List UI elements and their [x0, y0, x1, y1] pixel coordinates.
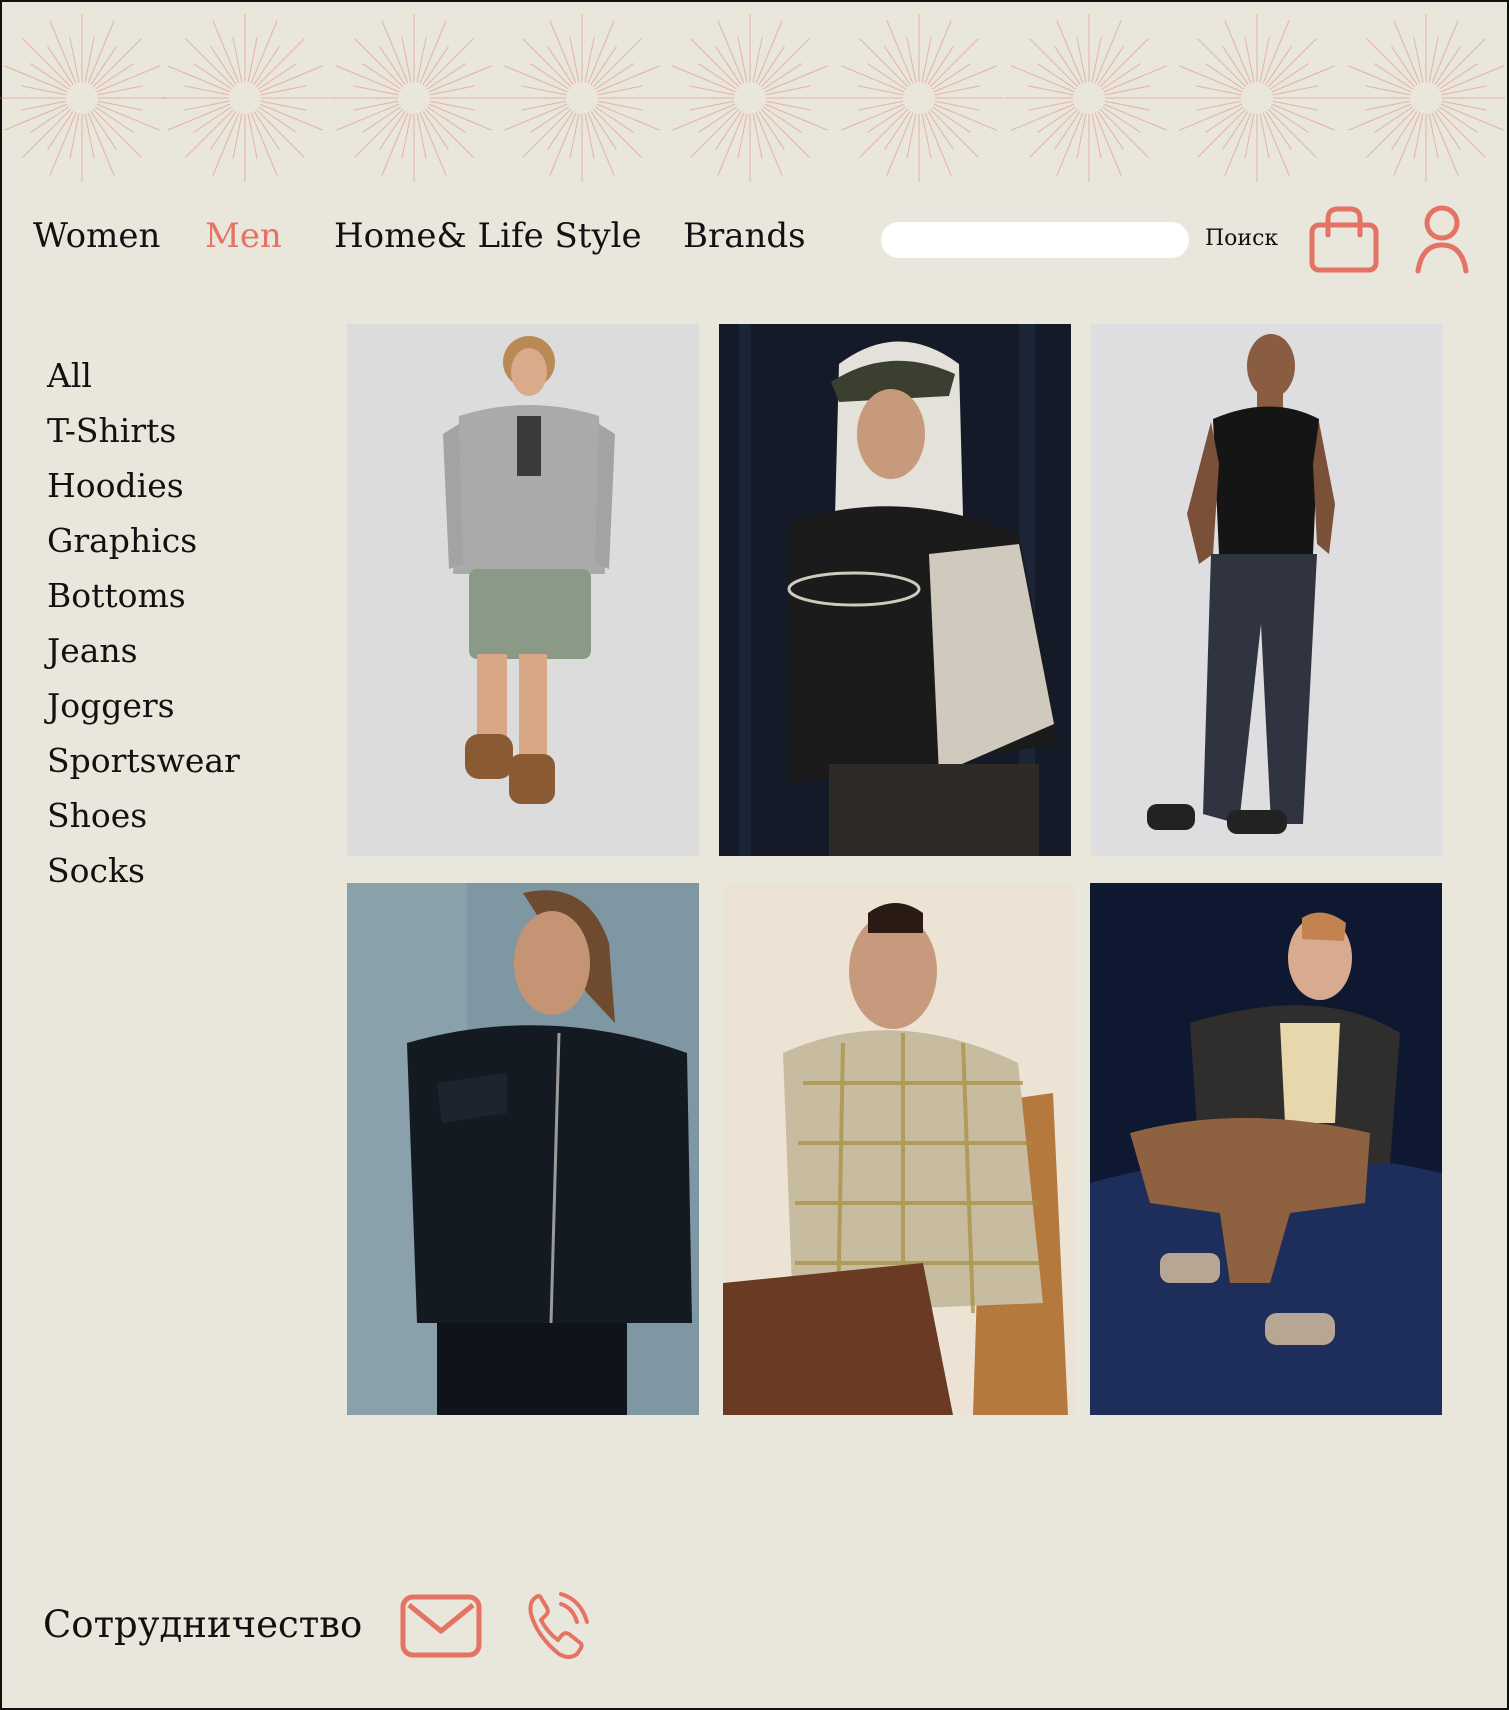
- nav-brands[interactable]: Brands: [683, 214, 806, 258]
- product-image: [723, 883, 1075, 1415]
- sidebar-item-shoes[interactable]: Shoes: [47, 788, 240, 843]
- sidebar-item-sportswear[interactable]: Sportswear: [47, 733, 240, 788]
- sidebar-item-hoodies[interactable]: Hoodies: [47, 458, 240, 513]
- nav-home-life-style[interactable]: Home& Life Style: [334, 214, 642, 258]
- product-image: [1091, 324, 1443, 856]
- sunburst-icon: [0, 14, 166, 182]
- shopping-bag-icon[interactable]: [1308, 205, 1380, 279]
- sidebar-item-t-shirts[interactable]: T-Shirts: [47, 403, 240, 458]
- product-card-1[interactable]: [347, 324, 699, 856]
- sidebar-item-socks[interactable]: Socks: [47, 843, 240, 898]
- product-image: [719, 324, 1071, 856]
- product-image: [347, 324, 699, 856]
- sunburst-banner: [0, 14, 1505, 182]
- search-input[interactable]: [881, 222, 1189, 258]
- sunburst-icon: [666, 14, 834, 182]
- sidebar-item-graphics[interactable]: Graphics: [47, 513, 240, 568]
- sidebar-item-all[interactable]: All: [47, 348, 240, 403]
- search-button[interactable]: Поиск: [1205, 224, 1278, 254]
- product-card-3[interactable]: [1091, 324, 1443, 856]
- sunburst-icon: [1342, 14, 1505, 182]
- category-sidebar: All T-Shirts Hoodies Graphics Bottoms Je…: [47, 348, 240, 898]
- mail-icon[interactable]: [399, 1593, 483, 1663]
- phone-icon[interactable]: [525, 1590, 589, 1666]
- sidebar-item-bottoms[interactable]: Bottoms: [47, 568, 240, 623]
- sunburst-icon: [330, 14, 498, 182]
- product-image: [1090, 883, 1442, 1415]
- user-icon[interactable]: [1414, 205, 1470, 279]
- product-card-6[interactable]: [1090, 883, 1442, 1415]
- product-card-5[interactable]: [723, 883, 1075, 1415]
- sunburst-icon: [161, 14, 329, 182]
- product-card-4[interactable]: [347, 883, 699, 1415]
- sunburst-icon: [1173, 14, 1341, 182]
- sidebar-item-jeans[interactable]: Jeans: [47, 623, 240, 678]
- cooperation-link[interactable]: Сотрудничество: [43, 1600, 362, 1650]
- sunburst-icon: [1005, 14, 1173, 182]
- nav-women[interactable]: Women: [33, 214, 160, 258]
- sidebar-item-joggers[interactable]: Joggers: [47, 678, 240, 733]
- sunburst-icon: [498, 14, 666, 182]
- nav-men[interactable]: Men: [205, 214, 282, 258]
- sunburst-icon: [835, 14, 1003, 182]
- product-image: [347, 883, 699, 1415]
- product-card-2[interactable]: [719, 324, 1071, 856]
